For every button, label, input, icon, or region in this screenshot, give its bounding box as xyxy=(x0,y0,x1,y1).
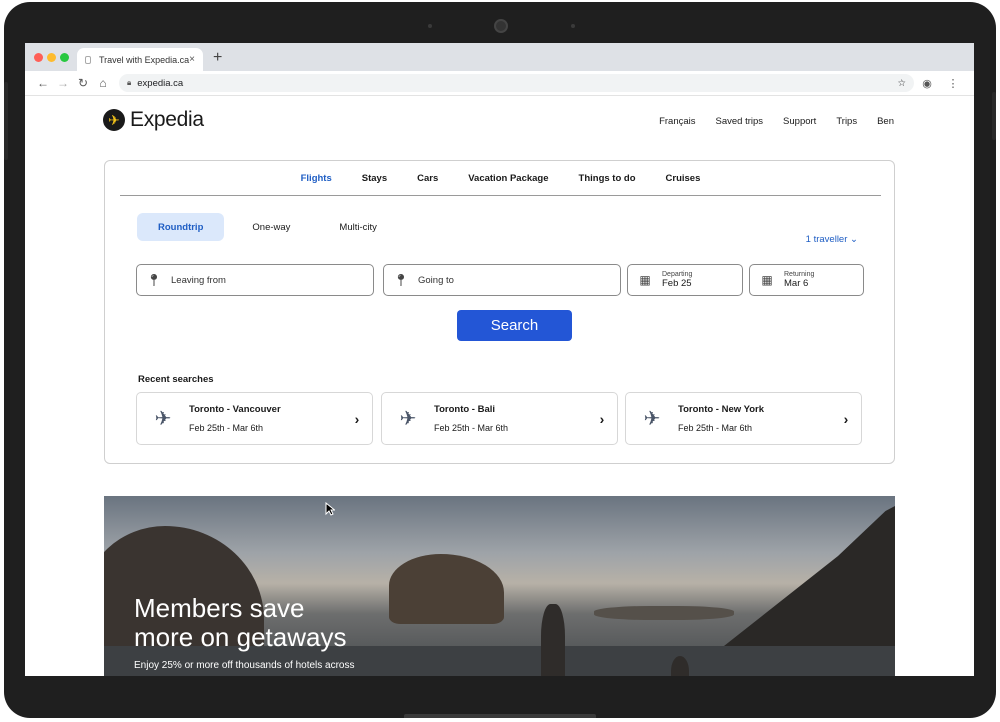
nav-language[interactable]: Français xyxy=(659,116,695,127)
returning-date-field[interactable]: ▦ Returning Mar 6 xyxy=(749,264,864,296)
tab-things-to-do[interactable]: Things to do xyxy=(579,173,636,184)
hero-title-line2: more on getaways xyxy=(134,622,347,652)
new-tab-button[interactable]: + xyxy=(213,49,222,67)
calendar-icon: ▦ xyxy=(761,273,773,287)
tab-flights[interactable]: Flights xyxy=(301,173,332,184)
browser-tab[interactable]: Travel with Expedia.ca × xyxy=(77,48,203,71)
trip-type-selector: Roundtrip One-way Multi-city xyxy=(137,213,405,241)
device-power-button xyxy=(992,92,996,140)
more-menu-icon[interactable]: ⋮ xyxy=(940,77,966,90)
url-text: expedia.ca xyxy=(137,77,184,89)
top-navigation: Français Saved trips Support Trips Ben xyxy=(639,116,894,127)
lock-icon: 🔒︎ xyxy=(127,78,132,87)
traveller-count: 1 traveller xyxy=(805,234,848,245)
hero-title-line1: Members save xyxy=(134,593,305,623)
tab-bar: Travel with Expedia.ca × + xyxy=(25,43,974,71)
device-sensor xyxy=(428,24,432,28)
trip-roundtrip[interactable]: Roundtrip xyxy=(137,213,225,241)
recent-route: Toronto - Vancouver xyxy=(189,404,281,415)
search-card: Flights Stays Cars Vacation Package Thin… xyxy=(104,160,895,464)
tab-cars[interactable]: Cars xyxy=(417,173,438,184)
brand-name: Expedia xyxy=(130,108,204,131)
returning-label: Returning xyxy=(784,271,815,278)
trip-multi-city[interactable]: Multi-city xyxy=(318,213,397,241)
favicon-icon xyxy=(85,55,91,64)
calendar-icon: ▦ xyxy=(639,273,651,287)
profile-avatar-icon[interactable]: ◉ xyxy=(914,77,940,90)
hero-sea-stack xyxy=(389,554,504,624)
close-window-button[interactable] xyxy=(34,53,43,62)
search-button[interactable]: Search xyxy=(457,310,572,341)
traveller-dropdown[interactable]: 1 traveller ⌄ xyxy=(806,234,858,245)
address-bar[interactable]: 🔒︎ expedia.ca ☆ xyxy=(119,74,914,92)
plane-logo-icon: ✈ xyxy=(103,109,125,131)
back-arrow-icon[interactable]: ← xyxy=(33,76,53,90)
device-bottom-notch xyxy=(404,714,596,718)
chevron-right-icon: › xyxy=(843,410,849,427)
tab-title: Travel with Expedia.ca xyxy=(98,54,190,65)
departing-value: Feb 25 xyxy=(662,278,692,289)
nav-trips[interactable]: Trips xyxy=(836,116,857,127)
browser-toolbar: ← → ↻ ⌂ 🔒︎ expedia.ca ☆ ◉ ⋮ xyxy=(25,71,974,96)
hero-person-figure xyxy=(541,604,565,676)
recent-dates: Feb 25th - Mar 6th xyxy=(678,423,753,433)
recent-route: Toronto - New York xyxy=(678,404,765,415)
recent-dates: Feb 25th - Mar 6th xyxy=(434,423,509,433)
home-icon[interactable]: ⌂ xyxy=(93,76,113,90)
forward-arrow-icon[interactable]: → xyxy=(53,76,73,90)
recent-dates: Feb 25th - Mar 6th xyxy=(189,423,264,433)
departing-date-field[interactable]: ▦ Departing Feb 25 xyxy=(627,264,743,296)
browser-window: Travel with Expedia.ca × + ← → ↻ ⌂ 🔒︎ ex… xyxy=(25,43,974,676)
minimize-window-button[interactable] xyxy=(47,53,56,62)
maximize-window-button[interactable] xyxy=(60,53,69,62)
device-camera xyxy=(494,19,508,33)
departing-label: Departing xyxy=(662,271,693,278)
recent-route: Toronto - Bali xyxy=(434,404,496,415)
airplane-icon: ✈ xyxy=(643,408,661,430)
trip-one-way[interactable]: One-way xyxy=(231,213,311,241)
recent-search-item[interactable]: ✈ Toronto - Bali Feb 25th - Mar 6th › xyxy=(381,392,618,445)
nav-support[interactable]: Support xyxy=(783,116,816,127)
hero-title: Members save more on getaways xyxy=(134,594,346,652)
location-pin-icon: 📍︎ xyxy=(146,273,162,287)
recent-searches-title: Recent searches xyxy=(138,374,214,385)
leaving-from-field[interactable]: 📍︎ Leaving from xyxy=(136,264,374,296)
device-side-button xyxy=(4,82,8,160)
airplane-icon: ✈ xyxy=(154,408,172,430)
hero-subtitle: Enjoy 25% or more off thousands of hotel… xyxy=(134,660,355,671)
chevron-right-icon: › xyxy=(599,410,605,427)
hero-distant-rocks xyxy=(594,606,734,620)
chevron-right-icon: › xyxy=(354,410,360,427)
expedia-logo[interactable]: ✈ Expedia xyxy=(103,108,204,132)
tab-cruises[interactable]: Cruises xyxy=(666,173,701,184)
expedia-page: ✈ Expedia Français Saved trips Support T… xyxy=(25,96,974,676)
returning-value: Mar 6 xyxy=(784,278,809,289)
recent-search-item[interactable]: ✈ Toronto - New York Feb 25th - Mar 6th … xyxy=(625,392,862,445)
location-pin-icon: 📍︎ xyxy=(393,273,409,287)
search-tabs: Flights Stays Cars Vacation Package Thin… xyxy=(120,161,881,196)
going-to-field[interactable]: 📍︎ Going to xyxy=(383,264,621,296)
airplane-icon: ✈ xyxy=(399,408,417,430)
chevron-down-icon: ⌄ xyxy=(850,234,858,245)
reload-icon[interactable]: ↻ xyxy=(73,76,93,90)
nav-account[interactable]: Ben xyxy=(877,116,894,127)
hero-cliff-right xyxy=(724,496,895,646)
bookmark-star-icon[interactable]: ☆ xyxy=(897,78,906,89)
members-hero-banner[interactable]: Members save more on getaways Enjoy 25% … xyxy=(104,496,895,676)
tab-close-icon[interactable]: × xyxy=(189,54,195,65)
device-sensor xyxy=(571,24,575,28)
recent-search-item[interactable]: ✈ Toronto - Vancouver Feb 25th - Mar 6th… xyxy=(136,392,373,445)
mouse-cursor-icon xyxy=(325,502,335,516)
tab-stays[interactable]: Stays xyxy=(362,173,387,184)
nav-saved-trips[interactable]: Saved trips xyxy=(716,116,764,127)
leaving-from-placeholder: Leaving from xyxy=(171,274,226,286)
tab-vacation-package[interactable]: Vacation Package xyxy=(468,173,548,184)
going-to-placeholder: Going to xyxy=(418,274,454,286)
